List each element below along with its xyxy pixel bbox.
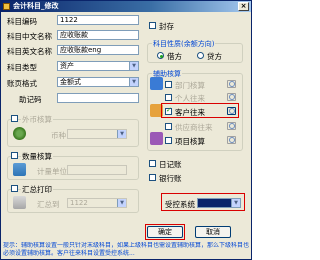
personal-search-button[interactable]: [227, 93, 236, 101]
search-icon: [229, 123, 235, 129]
chevron-down-icon[interactable]: ▼: [117, 199, 126, 207]
mnemonic-label: 助记码: [19, 95, 42, 104]
supplier-label: 供应商往来: [175, 123, 213, 132]
search-icon: [229, 94, 235, 100]
seal-checkbox[interactable]: [149, 22, 156, 29]
mnemonic-field[interactable]: [57, 93, 139, 103]
type-select[interactable]: 资产 ▼: [57, 61, 139, 71]
chevron-down-icon[interactable]: ▼: [117, 130, 126, 138]
format-select[interactable]: 金额式 ▼: [57, 77, 139, 87]
quantity-checkbox[interactable]: [11, 152, 18, 159]
summary-label: 汇总打印: [21, 184, 53, 195]
project-label: 项目核算: [175, 137, 205, 146]
chevron-down-icon[interactable]: ▼: [129, 78, 138, 86]
credit-label: 贷方: [207, 52, 222, 61]
dept-search-button[interactable]: [227, 80, 236, 88]
printer-icon: [13, 196, 26, 209]
customer-checkbox[interactable]: [165, 106, 172, 115]
personal-checkbox[interactable]: [165, 94, 172, 101]
dept-label: 部门核算: [175, 81, 205, 90]
quantity-label: 数量核算: [21, 151, 53, 162]
title-bar[interactable]: 会计科目_修改 ×: [1, 1, 251, 12]
seal-label: 封存: [159, 22, 174, 31]
hint-text: 提示：辅助核算设置一般只针对末级科目，如果上级科目也需设置辅助核算，那么下级科目…: [3, 242, 250, 257]
name-cn-field[interactable]: 应收账款: [57, 30, 139, 40]
summary-checkbox[interactable]: [11, 185, 18, 192]
controlled-system-select[interactable]: ▼: [197, 198, 241, 208]
department-icon: [150, 77, 163, 90]
cash-journal-checkbox[interactable]: [149, 160, 156, 167]
personal-label: 个人往来: [175, 94, 205, 103]
type-select-value: 资产: [60, 62, 74, 70]
customer-label: 客户往来: [175, 108, 205, 117]
credit-radio[interactable]: [197, 52, 204, 59]
customer-search-button[interactable]: [227, 107, 236, 115]
bank-journal-checkbox[interactable]: [149, 174, 156, 181]
app-icon: [3, 3, 10, 10]
close-button[interactable]: ×: [238, 2, 249, 11]
search-icon: [229, 81, 235, 87]
debit-label: 借方: [167, 52, 182, 61]
unit-label: 计量单位: [37, 167, 67, 176]
cancel-button[interactable]: 取消: [195, 226, 231, 238]
project-search-button[interactable]: [227, 136, 236, 144]
window-title: 会计科目_修改: [13, 2, 59, 10]
unit-field[interactable]: [67, 165, 127, 175]
name-cn-label: 科目中文名称: [7, 32, 52, 41]
foreign-label: 外币核算: [21, 114, 53, 125]
currency-select[interactable]: ▼: [67, 129, 127, 139]
chevron-down-icon[interactable]: ▼: [129, 62, 138, 70]
globe-icon: [13, 127, 26, 140]
code-field[interactable]: 1122: [57, 15, 139, 25]
ok-button[interactable]: 确定: [147, 226, 183, 238]
search-icon: [229, 108, 235, 114]
summary-to-select[interactable]: 1122 ▼: [67, 198, 127, 208]
debit-radio[interactable]: [157, 52, 164, 59]
summary-to-label: 汇总到: [37, 200, 60, 209]
search-icon: [229, 137, 235, 143]
name-en-field[interactable]: 应收账款eng: [57, 45, 139, 55]
supplier-checkbox[interactable]: [165, 123, 172, 130]
format-label: 账页格式: [7, 79, 37, 88]
supplier-search-button[interactable]: [227, 122, 236, 130]
code-label: 科目编码: [7, 17, 37, 26]
scale-icon: [13, 163, 26, 176]
property-legend: 科目性质(余额方向): [152, 39, 216, 49]
format-select-value: 金额式: [60, 78, 81, 86]
bank-journal-label: 银行账: [159, 174, 182, 183]
summary-to-value: 1122: [70, 199, 88, 207]
project-checkbox[interactable]: [165, 137, 172, 144]
cash-journal-label: 日记账: [159, 160, 182, 169]
dialog-window: 会计科目_修改 × 科目编码 1122 科目中文名称 应收账款 科目英文名称 应…: [0, 0, 252, 260]
name-en-label: 科目英文名称: [7, 47, 52, 56]
dept-checkbox[interactable]: [165, 81, 172, 88]
project-icon: [150, 132, 163, 145]
foreign-checkbox[interactable]: [11, 115, 18, 122]
type-label: 科目类型: [7, 63, 37, 72]
customer-icon: [150, 104, 163, 117]
chevron-down-icon[interactable]: ▼: [231, 199, 240, 207]
controlled-system-label: 受控系统: [165, 200, 195, 209]
currency-label: 币种: [51, 131, 66, 140]
